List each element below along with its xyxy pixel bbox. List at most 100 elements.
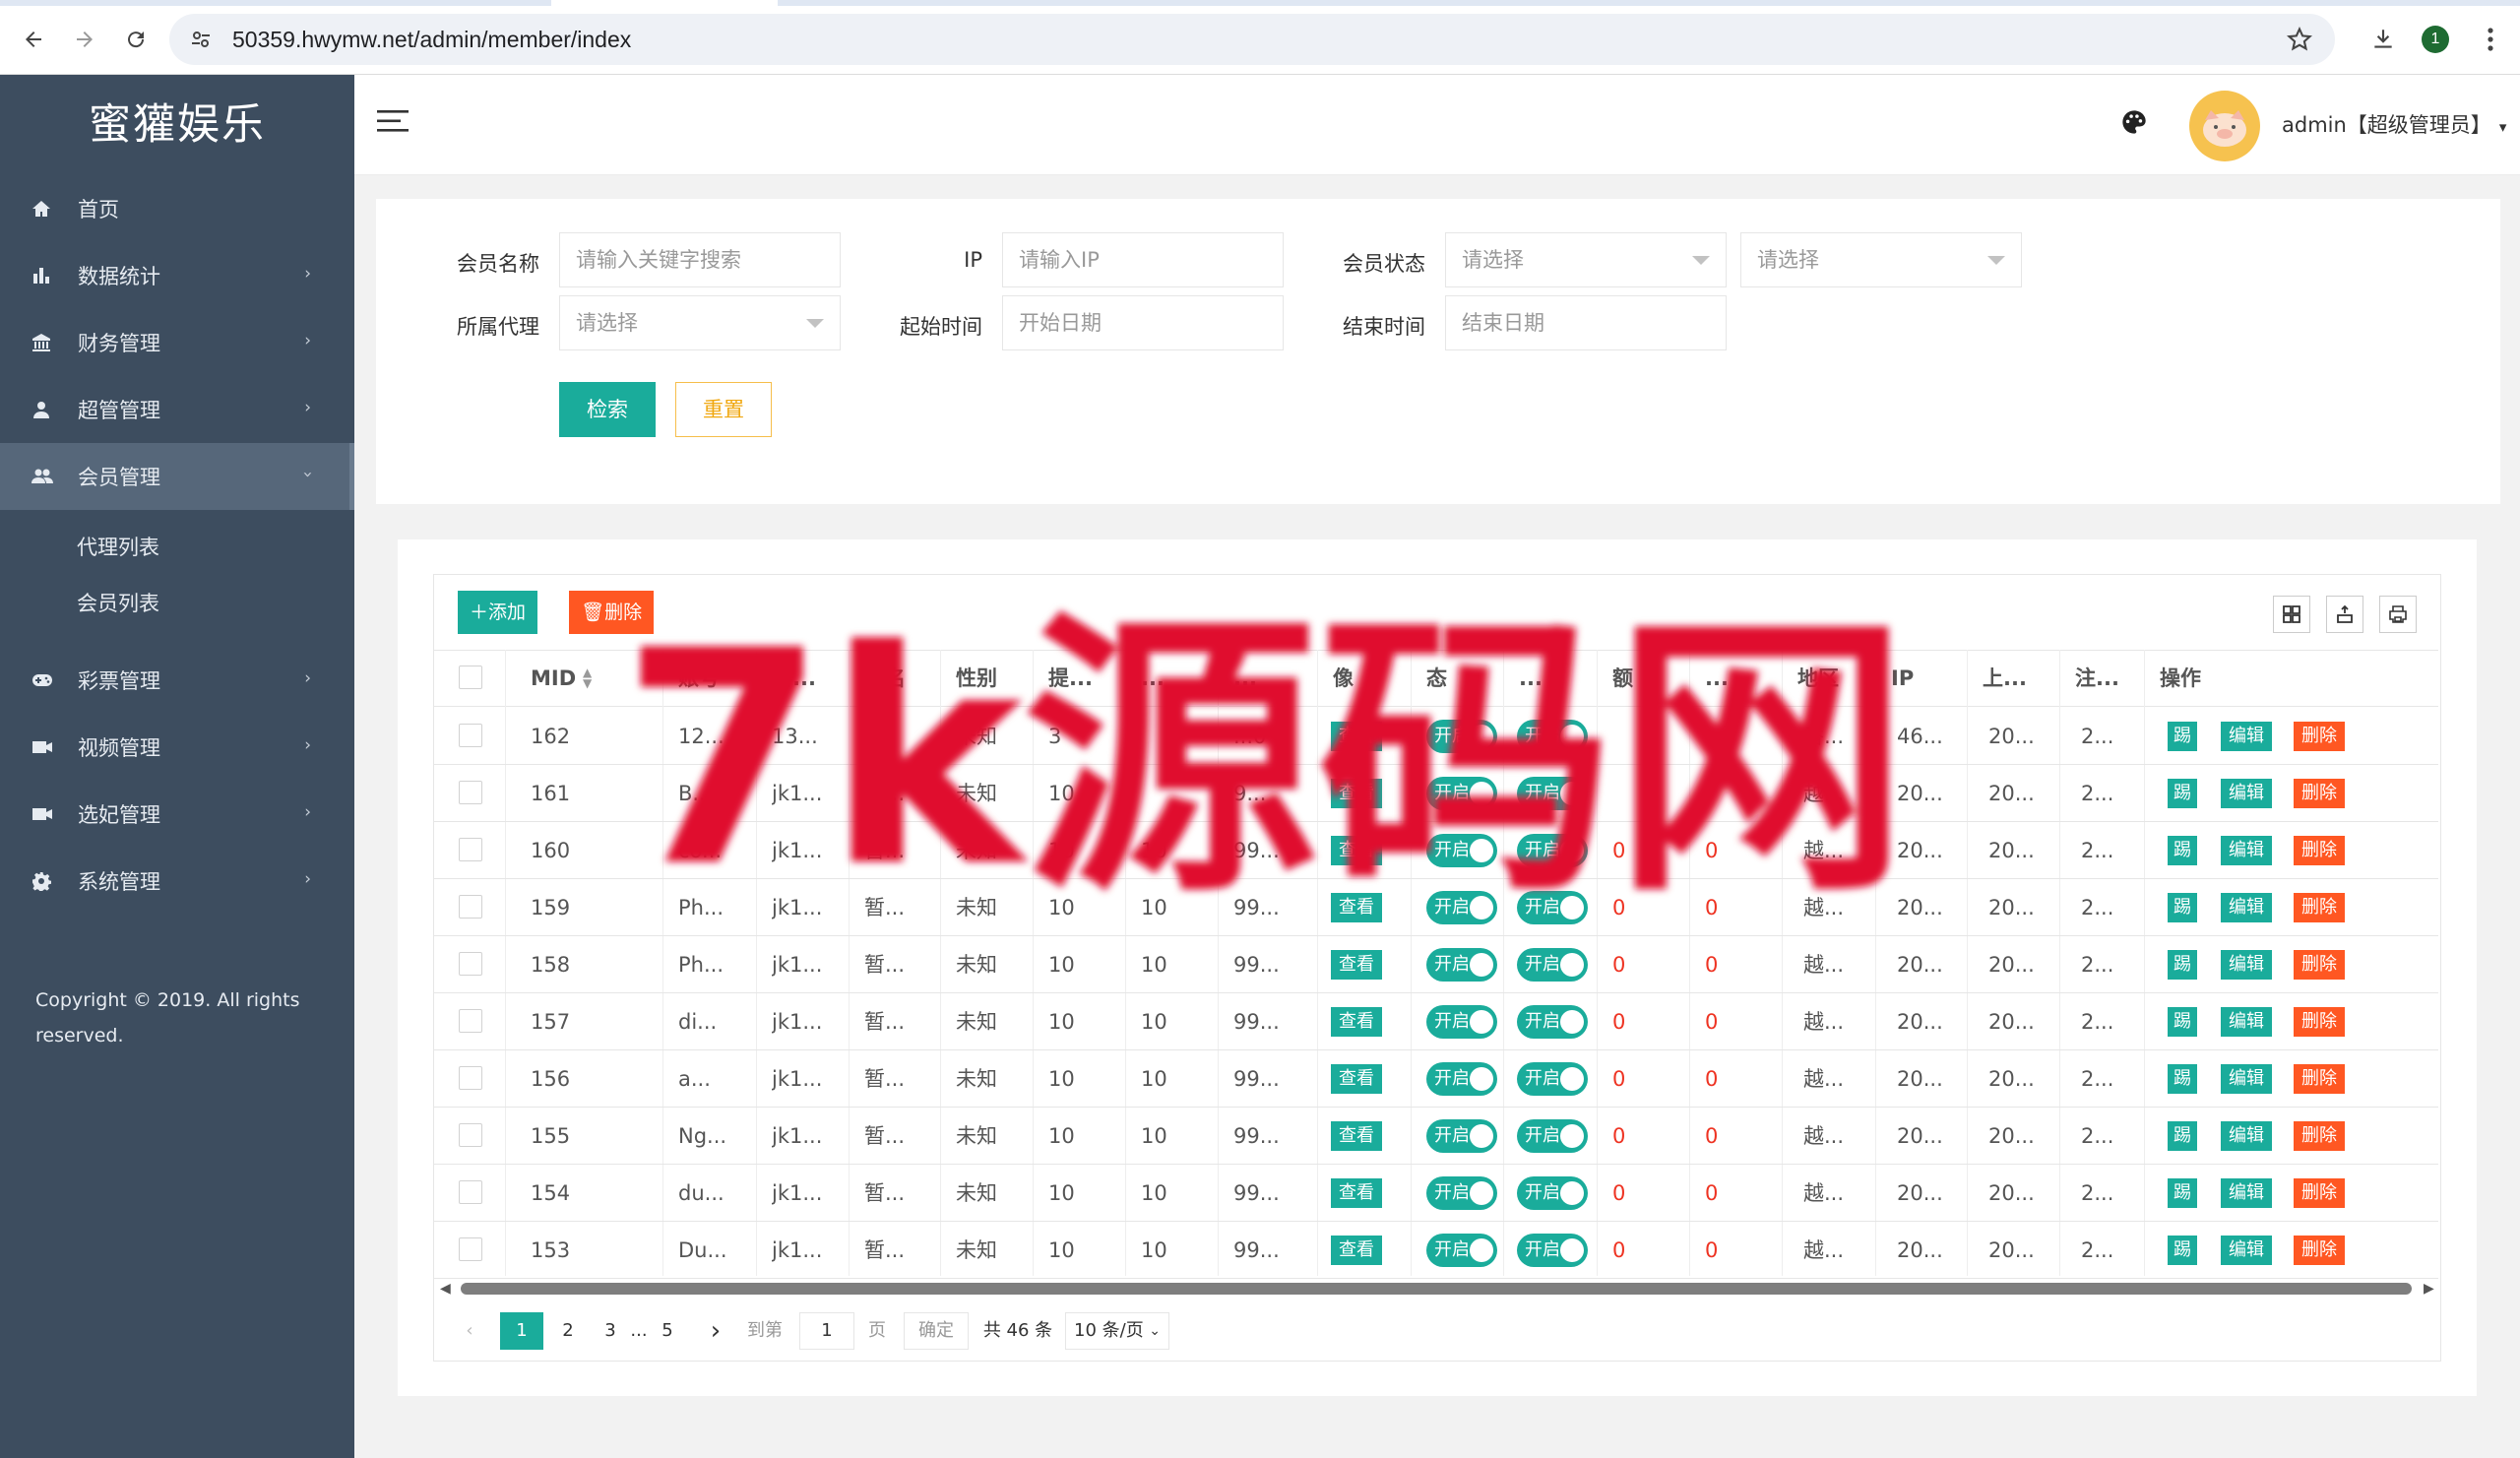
- start-date-input[interactable]: 开始日期: [1002, 295, 1284, 350]
- select-all-checkbox[interactable]: [459, 666, 482, 689]
- delete-button[interactable]: 删除: [2294, 779, 2345, 808]
- delete-button[interactable]: 删除: [2294, 1064, 2345, 1094]
- status-toggle[interactable]: 开启: [1517, 1062, 1588, 1096]
- sidebar-subitem-members[interactable]: 会员列表: [0, 576, 354, 632]
- goto-confirm-button[interactable]: 确定: [904, 1312, 969, 1350]
- sidebar-item-admins[interactable]: 超管管理 ›: [0, 376, 354, 443]
- address-bar[interactable]: 50359.hwymw.net/admin/member/index: [169, 14, 2335, 65]
- bulk-delete-button[interactable]: 🗑删除: [569, 591, 655, 634]
- delete-button[interactable]: 删除: [2294, 1178, 2345, 1208]
- back-icon[interactable]: [14, 20, 53, 59]
- status-toggle[interactable]: 开启: [1517, 720, 1588, 753]
- column-header[interactable]: 态: [1411, 650, 1503, 707]
- edit-button[interactable]: 编辑: [2221, 1178, 2272, 1208]
- column-header[interactable]: ...: [1125, 650, 1218, 707]
- kick-button[interactable]: 踢: [2168, 1064, 2197, 1094]
- edit-button[interactable]: 编辑: [2221, 1007, 2272, 1037]
- kick-button[interactable]: 踢: [2168, 1121, 2197, 1151]
- sidebar-item-lottery[interactable]: 彩票管理 ›: [0, 647, 354, 714]
- goto-page-input[interactable]: 1: [799, 1312, 854, 1350]
- end-date-input[interactable]: 结束日期: [1445, 295, 1727, 350]
- column-header[interactable]: MID: [515, 650, 672, 707]
- row-checkbox[interactable]: [459, 1066, 482, 1090]
- status-toggle[interactable]: 开启: [1517, 948, 1588, 982]
- scroll-right-icon[interactable]: ▶: [2424, 1281, 2434, 1297]
- status-toggle[interactable]: 开启: [1517, 1119, 1588, 1153]
- sidebar-item-selection[interactable]: 选妃管理 ›: [0, 781, 354, 848]
- brand-logo[interactable]: 蜜獾娱乐: [0, 75, 354, 175]
- print-icon[interactable]: [2379, 596, 2417, 633]
- agent-select[interactable]: 请选择: [559, 295, 841, 350]
- view-avatar-button[interactable]: 查看: [1331, 1007, 1382, 1037]
- edit-button[interactable]: 编辑: [2221, 722, 2272, 751]
- column-header[interactable]: ...: [1503, 650, 1597, 707]
- edit-button[interactable]: 编辑: [2221, 1236, 2272, 1265]
- view-avatar-button[interactable]: 查看: [1331, 779, 1382, 808]
- kick-button[interactable]: 踢: [2168, 1236, 2197, 1265]
- avatar[interactable]: [2189, 91, 2260, 161]
- page-5-button[interactable]: 5: [651, 1312, 684, 1350]
- column-header[interactable]: 提...: [1033, 650, 1125, 707]
- column-header[interactable]: 地区: [1782, 650, 1875, 707]
- kick-button[interactable]: 踢: [2168, 836, 2197, 865]
- view-avatar-button[interactable]: 查看: [1331, 1178, 1382, 1208]
- menu-toggle-icon[interactable]: [376, 108, 411, 140]
- row-checkbox[interactable]: [459, 838, 482, 861]
- status-toggle[interactable]: 开启: [1426, 720, 1497, 753]
- ip-input[interactable]: 请输入IP: [1002, 232, 1284, 287]
- edit-button[interactable]: 编辑: [2221, 950, 2272, 980]
- kick-button[interactable]: 踢: [2168, 1007, 2197, 1037]
- row-checkbox[interactable]: [459, 895, 482, 919]
- page-2-button[interactable]: 2: [551, 1312, 585, 1350]
- next-page-button[interactable]: ›: [701, 1312, 730, 1350]
- sidebar-item-videos[interactable]: 视频管理 ›: [0, 714, 354, 781]
- status-toggle[interactable]: 开启: [1426, 1119, 1497, 1153]
- kick-button[interactable]: 踢: [2168, 950, 2197, 980]
- edit-button[interactable]: 编辑: [2221, 779, 2272, 808]
- sidebar-subitem-agents[interactable]: 代理列表: [0, 520, 354, 576]
- delete-button[interactable]: 删除: [2294, 950, 2345, 980]
- reload-icon[interactable]: [116, 20, 156, 59]
- view-avatar-button[interactable]: 查看: [1331, 836, 1382, 865]
- scroll-left-icon[interactable]: ◀: [440, 1281, 451, 1297]
- edit-button[interactable]: 编辑: [2221, 1064, 2272, 1094]
- view-avatar-button[interactable]: 查看: [1331, 893, 1382, 922]
- status-toggle[interactable]: 开启: [1426, 777, 1497, 810]
- extension-badge[interactable]: 1: [2422, 26, 2449, 53]
- status-toggle[interactable]: 开启: [1426, 948, 1497, 982]
- forward-icon[interactable]: [65, 20, 104, 59]
- view-avatar-button[interactable]: 查看: [1331, 1064, 1382, 1094]
- url-text[interactable]: 50359.hwymw.net/admin/member/index: [232, 14, 631, 65]
- prev-page-button[interactable]: ‹: [455, 1312, 484, 1350]
- row-checkbox[interactable]: [459, 1123, 482, 1147]
- column-header[interactable]: 姓名: [849, 650, 940, 707]
- delete-button[interactable]: 删除: [2294, 1121, 2345, 1151]
- sidebar-item-system[interactable]: 系统管理 ›: [0, 848, 354, 915]
- page-size-select[interactable]: 10 条/页 ⌄: [1065, 1312, 1169, 1350]
- delete-button[interactable]: 删除: [2294, 836, 2345, 865]
- status-toggle[interactable]: 开启: [1517, 777, 1588, 810]
- status-toggle[interactable]: 开启: [1426, 1062, 1497, 1096]
- column-header[interactable]: 额: [1597, 650, 1689, 707]
- download-icon[interactable]: [2363, 20, 2403, 59]
- sidebar-item-stats[interactable]: 数据统计 ›: [0, 242, 354, 309]
- browser-menu-icon[interactable]: [2471, 20, 2510, 59]
- column-header[interactable]: IP: [1875, 650, 1967, 707]
- add-button[interactable]: ＋添加: [458, 591, 538, 634]
- member-status-select[interactable]: 请选择: [1445, 232, 1727, 287]
- view-avatar-button[interactable]: 查看: [1331, 1121, 1382, 1151]
- column-header[interactable]: 账号: [662, 650, 756, 707]
- column-header[interactable]: 操作: [2144, 650, 2438, 707]
- sort-icon[interactable]: ▲ ▼: [583, 666, 592, 689]
- column-header[interactable]: 上...: [1967, 650, 2059, 707]
- delete-button[interactable]: 删除: [2294, 893, 2345, 922]
- row-checkbox[interactable]: [459, 1009, 482, 1033]
- status-toggle[interactable]: 开启: [1426, 1234, 1497, 1267]
- status-toggle[interactable]: 开启: [1426, 891, 1497, 924]
- view-avatar-button[interactable]: 查看: [1331, 1236, 1382, 1265]
- delete-button[interactable]: 删除: [2294, 1007, 2345, 1037]
- column-header[interactable]: ...: [1689, 650, 1782, 707]
- reset-button[interactable]: 重置: [675, 382, 772, 437]
- column-header[interactable]: 像: [1317, 650, 1411, 707]
- columns-filter-icon[interactable]: [2273, 596, 2310, 633]
